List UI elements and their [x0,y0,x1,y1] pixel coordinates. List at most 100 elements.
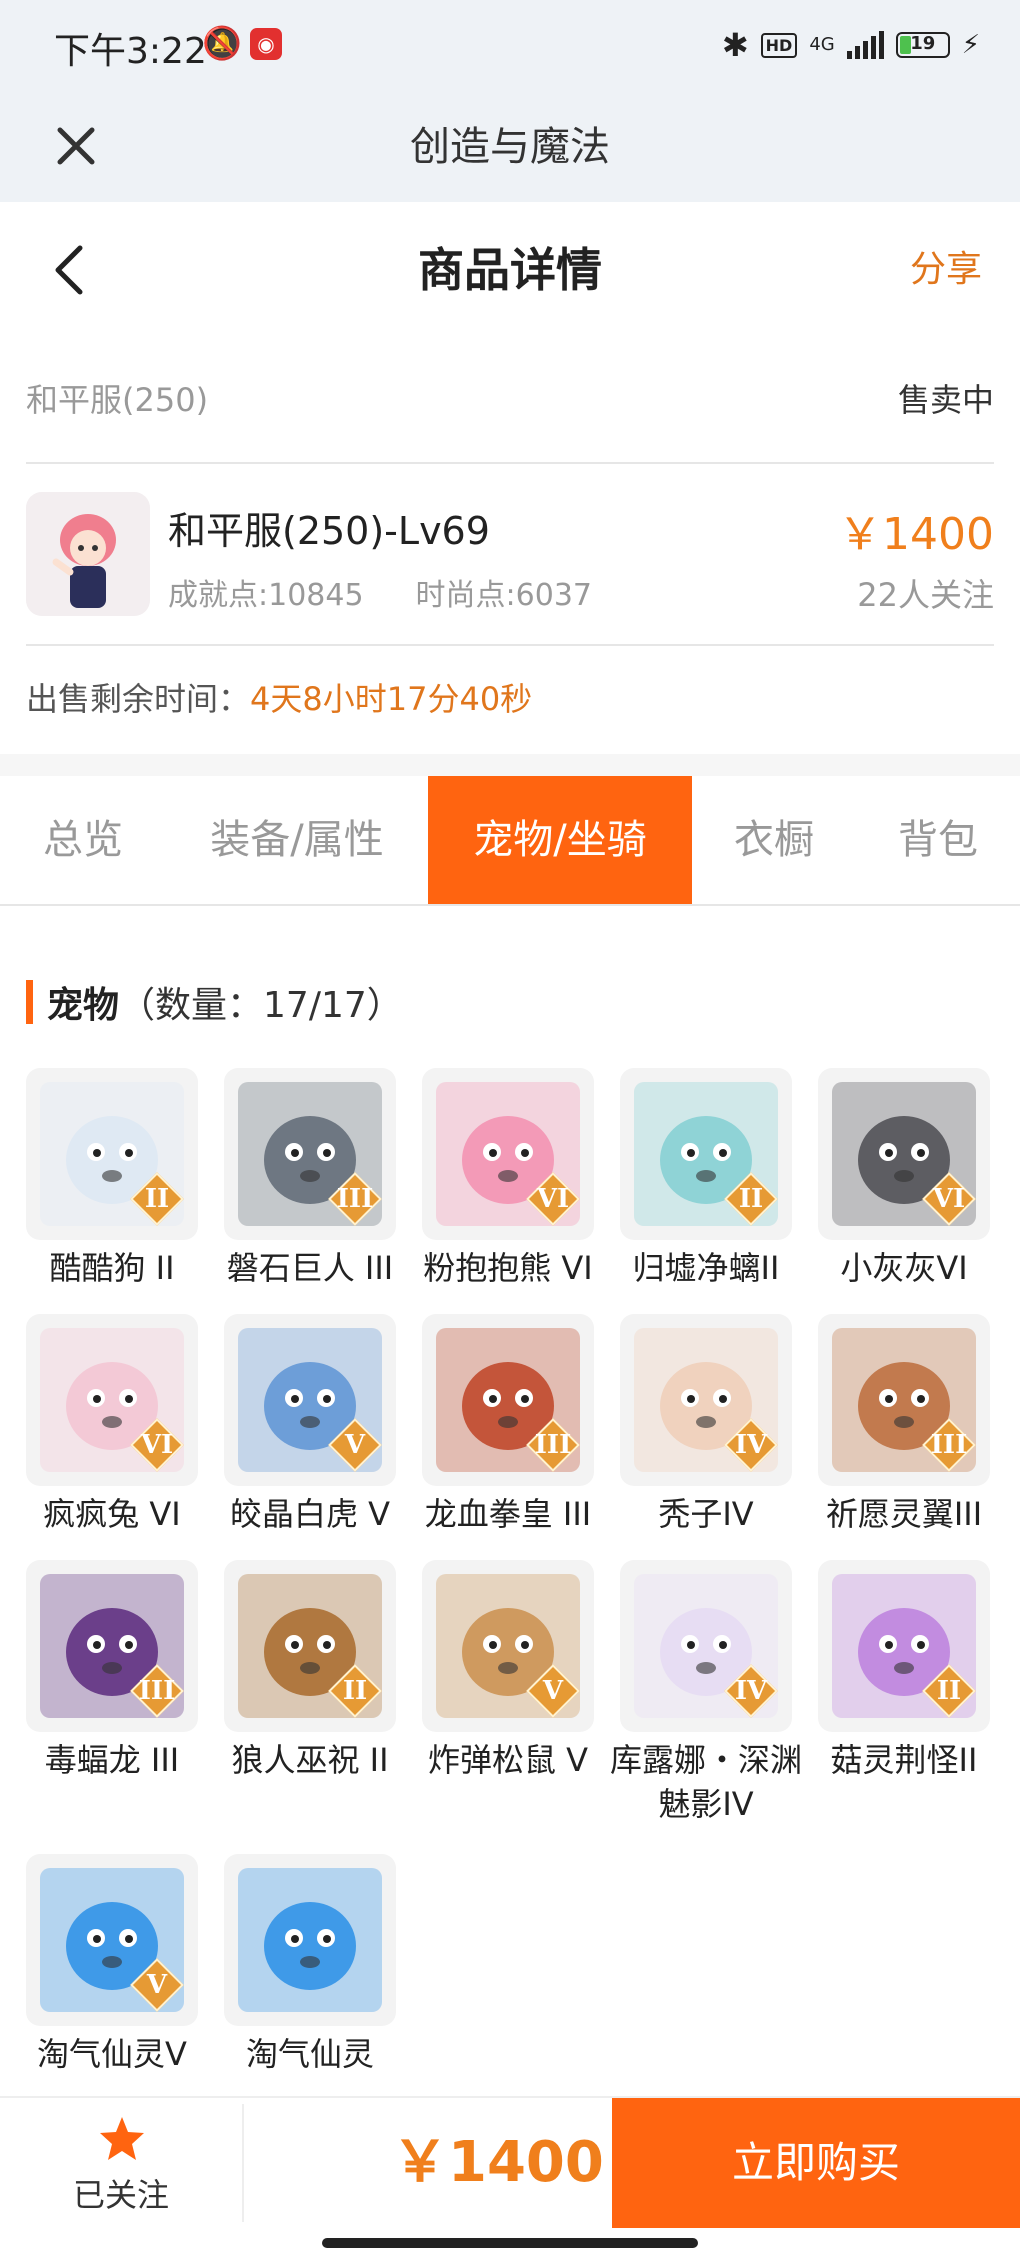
rank-label: II [738,1184,764,1214]
rank-badge-icon: II [328,1664,382,1718]
battery-level: 19 [910,33,936,54]
remaining-time-row: 出售剩余时间：4天8小时17分40秒 [26,644,532,754]
pet-item[interactable]: III 祈愿灵翼III [818,1314,990,1536]
section-divider [0,754,1020,776]
pet-item[interactable]: II 归墟净螭II [620,1068,792,1290]
pet-item[interactable]: VI 小灰灰VI [818,1068,990,1290]
rank-badge-icon: II [922,1664,976,1718]
pet-item[interactable]: VI 疯疯兔 VI [26,1314,198,1536]
battery-icon: 19 [895,32,950,58]
rank-badge-icon: III [130,1664,184,1718]
pet-image [238,1868,382,2012]
pet-card: VI [422,1068,594,1240]
mute-bell-icon: 🔕 [202,24,242,62]
role-summary[interactable]: 和平服(250)-Lv69 成就点:10845 时尚点:6037 ￥1400 22… [26,462,994,646]
pet-item[interactable]: II 酷酷狗 II [26,1068,198,1290]
pet-item[interactable]: VI 粉抱抱熊 VI [422,1068,594,1290]
remaining-time-label: 出售剩余时间： [26,680,251,718]
pet-card: III [422,1314,594,1486]
pet-card: IV [620,1314,792,1486]
tab-wardrobe[interactable]: 衣橱 [692,776,856,904]
pet-card: IV [620,1560,792,1732]
rank-label: V [146,1970,168,2000]
status-time: 下午3:22 [54,31,207,72]
pet-card: VI [818,1068,990,1240]
rank-label: III [138,1676,176,1706]
star-icon [100,2117,144,2160]
pet-item[interactable]: V 炸弹松鼠 V [422,1560,594,1782]
rank-label: III [534,1430,572,1460]
pet-card: V [224,1314,396,1486]
rank-label: IV [734,1430,768,1460]
pet-card: VI [26,1314,198,1486]
sale-status: 售卖中 [897,381,994,419]
pet-item[interactable]: IV 库露娜・深渊魅影IV [610,1560,802,1826]
server-name: 和平服(250) [26,381,209,419]
role-name: 和平服(250)-Lv69 [168,509,490,553]
bluetooth-icon: ✱ [721,26,749,64]
pet-item[interactable]: II 狼人巫祝 II [224,1560,396,1782]
rank-badge-icon: VI [130,1418,184,1472]
pet-item[interactable]: V 皎晶白虎 V [224,1314,396,1536]
pet-name: 酷酷狗 II [49,1249,175,1287]
rank-label: IV [734,1676,768,1706]
pet-name: 磐石巨人 III [226,1249,394,1287]
follower-count: 22人关注 [857,576,994,614]
pet-name: 库露娜・深渊魅影IV [609,1741,802,1823]
tab-overview[interactable]: 总览 [0,776,166,904]
pet-card: III [818,1314,990,1486]
pet-name: 归墟净螭II [632,1249,780,1287]
pet-item[interactable]: V 淘气仙灵V [26,1854,198,2076]
rank-badge-icon: VI [526,1172,580,1226]
pet-item[interactable]: III 龙血拳皇 III [422,1314,594,1536]
rank-badge-icon: III [526,1418,580,1472]
follow-button[interactable]: 已关注 [0,2098,242,2228]
follow-label: 已关注 [72,2176,169,2214]
app-topbar: 创造与魔法 [0,92,1020,202]
rank-label: VI [536,1184,570,1214]
charging-icon: ⚡ [961,30,980,60]
pet-name: 皎晶白虎 V [229,1495,391,1533]
pet-name: 秃子IV [658,1495,754,1533]
pet-item[interactable]: III 毒蝠龙 III [26,1560,198,1782]
rank-label: II [936,1676,962,1706]
rank-label: VI [932,1184,966,1214]
page-navbar: 商品详情 分享 [0,202,1020,338]
pets-section-heading: 宠物 （数量：17/17） [26,974,403,1030]
4g-signal-icon: 4G [809,34,835,55]
achievement-points: 成就点:10845 [168,578,364,613]
home-indicator[interactable] [322,2238,698,2248]
page-title: 商品详情 [418,243,602,297]
rank-label: V [344,1430,366,1460]
pet-card: V [26,1854,198,2026]
pet-item[interactable]: III 磐石巨人 III [224,1068,396,1290]
rank-badge-icon: IV [724,1418,778,1472]
pet-item[interactable]: II 菇灵荆怪II [818,1560,990,1782]
pet-item[interactable]: IV 秃子IV [620,1314,792,1536]
tab-backpack[interactable]: 背包 [856,776,1020,904]
pet-card: II [818,1560,990,1732]
close-icon[interactable] [44,114,108,178]
rank-label: III [336,1184,374,1214]
avatar [26,492,150,616]
rank-label: VI [140,1430,174,1460]
pet-name: 淘气仙灵 [245,2035,374,2073]
pet-name: 菇灵荆怪II [830,1741,978,1779]
share-button[interactable]: 分享 [910,202,982,338]
pet-card: II [620,1068,792,1240]
rank-label: II [342,1676,368,1706]
buy-now-button[interactable]: 立即购买 [612,2098,1020,2228]
bottom-price: ￥1400 [392,2130,604,2195]
tab-equipment[interactable]: 装备/属性 [166,776,428,904]
pet-item[interactable]: 淘气仙灵 [224,1854,396,2076]
pet-card: III [224,1068,396,1240]
tab-pets[interactable]: 宠物/坐骑 [428,776,692,904]
rank-badge-icon: V [130,1958,184,2012]
section-count: （数量：17/17） [119,985,403,1026]
fashion-points: 时尚点:6037 [415,578,593,613]
rank-badge-icon: VI [922,1172,976,1226]
section-accent-bar [26,980,33,1024]
remaining-time-value: 4天8小时17分40秒 [250,680,533,718]
section-title: 宠物 [47,985,120,1026]
rank-label: V [542,1676,564,1706]
